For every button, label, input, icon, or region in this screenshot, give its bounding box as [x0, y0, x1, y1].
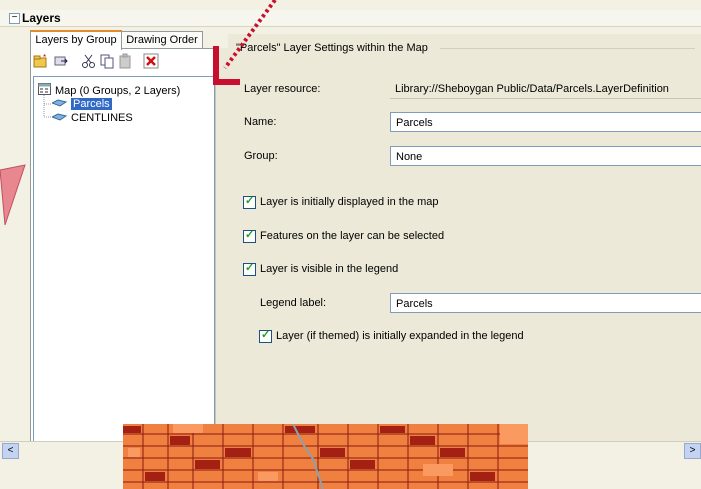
panel-splitter[interactable]	[215, 48, 229, 458]
name-field[interactable]: Parcels	[390, 112, 701, 132]
new-group-icon[interactable]: *	[33, 53, 49, 69]
copy-icon[interactable]	[99, 53, 115, 69]
layer-icon	[50, 111, 68, 125]
layer-resource-value: Library://Sheboygan Public/Data/Parcels.…	[390, 79, 701, 99]
group-box-line	[440, 48, 695, 49]
scroll-left-button[interactable]: <	[2, 443, 19, 459]
move-icon[interactable]	[53, 53, 69, 69]
layer-icon	[50, 97, 68, 111]
expanded-checkbox-label: Layer (if themed) is initially expanded …	[276, 330, 524, 342]
name-label: Name:	[244, 116, 277, 128]
legend-visible-checkbox[interactable]	[243, 261, 256, 276]
expanded-checkbox[interactable]	[259, 328, 272, 343]
tree-item-parcels[interactable]: Parcels	[50, 97, 112, 111]
annotation-dotted-arrow	[213, 0, 277, 85]
paste-icon[interactable]	[117, 53, 133, 69]
delete-icon[interactable]	[143, 53, 159, 69]
tree-map-label: Map (0 Groups, 2 Layers)	[55, 84, 181, 97]
tab-layers-by-group[interactable]: Layers by Group	[30, 30, 122, 50]
group-label: Group:	[244, 150, 278, 162]
legend-label-label: Legend label:	[260, 297, 327, 309]
displayed-checkbox[interactable]	[243, 194, 256, 209]
tree-centlines-label: CENTLINES	[71, 112, 133, 124]
selectable-checkbox[interactable]	[243, 228, 256, 243]
tab-drawing-order[interactable]: Drawing Order	[121, 31, 203, 48]
collapse-button[interactable]: −	[9, 13, 20, 24]
group-field[interactable]: None	[390, 146, 701, 166]
selectable-checkbox-label: Features on the layer can be selected	[260, 230, 445, 242]
layer-tree: Map (0 Groups, 2 Layers) Parcels CENTLIN…	[33, 76, 215, 453]
legend-label-field[interactable]: Parcels	[390, 293, 701, 313]
legend-visible-checkbox-label: Layer is visible in the legend	[260, 263, 399, 275]
displayed-checkbox-label: Layer is initially displayed in the map	[260, 196, 439, 208]
panel-title: Layers	[22, 11, 61, 25]
layers-header-bar	[0, 10, 701, 27]
cut-icon[interactable]	[81, 53, 97, 69]
svg-text:*: *	[43, 53, 46, 62]
tree-item-map[interactable]: Map (0 Groups, 2 Layers)	[38, 83, 180, 97]
tree-parcels-label: Parcels	[71, 98, 112, 110]
tree-connector-lines	[43, 95, 52, 118]
scroll-right-button[interactable]: >	[684, 443, 701, 459]
tree-item-centlines[interactable]: CENTLINES	[50, 111, 133, 125]
annotation-pointer-arrow	[0, 164, 26, 226]
map-preview-image	[123, 424, 528, 489]
